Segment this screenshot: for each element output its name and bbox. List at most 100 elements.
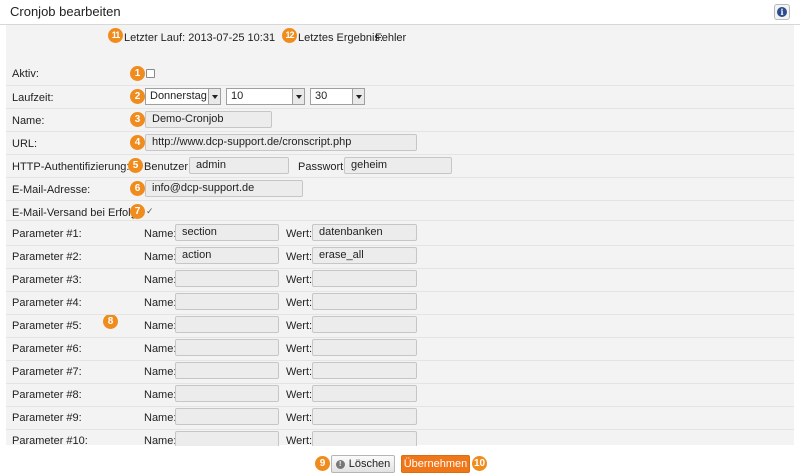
auth-user-label: Benutzer: <box>144 161 192 173</box>
parameter-name-input[interactable] <box>175 385 279 402</box>
runtime-minute-select[interactable]: 30 <box>310 88 365 105</box>
parameter-label: Parameter #2: <box>12 251 82 263</box>
badge-8: 8 <box>103 314 118 329</box>
parameter-label: Parameter #7: <box>12 366 82 378</box>
info-icon: i <box>777 7 787 17</box>
parameter-label: Parameter #9: <box>12 412 82 424</box>
parameter-value-label: Wert: <box>286 412 313 424</box>
chevron-down-icon <box>352 89 364 104</box>
parameter-name-input[interactable] <box>175 362 279 379</box>
runtime-hour-value: 10 <box>231 90 244 102</box>
parameter-name-label: Name: <box>144 389 177 401</box>
parameter-value-input[interactable] <box>312 293 417 310</box>
parameter-name-label: Name: <box>144 412 177 424</box>
row-divider <box>6 406 794 407</box>
parameter-value-label: Wert: <box>286 343 313 355</box>
parameter-name-input[interactable]: action <box>175 247 279 264</box>
url-input[interactable]: http://www.dcp-support.de/cronscript.php <box>145 134 417 151</box>
parameter-label: Parameter #6: <box>12 343 82 355</box>
last-result-label: Letztes Ergebnis: <box>298 32 383 44</box>
parameter-value-input[interactable] <box>312 408 417 425</box>
warning-icon: ! <box>335 459 345 469</box>
action-bar <box>0 446 800 476</box>
auth-password-input[interactable]: geheim <box>344 157 452 174</box>
name-input[interactable]: Demo-Cronjob <box>145 111 272 128</box>
parameter-name-input[interactable] <box>175 316 279 333</box>
row-divider <box>6 291 794 292</box>
delete-button-label: Löschen <box>348 458 391 470</box>
parameter-value-input[interactable]: datenbanken <box>312 224 417 241</box>
page-title: Cronjob bearbeiten <box>10 4 121 19</box>
email-on-success-label: E-Mail-Versand bei Erfolg: <box>12 207 140 219</box>
badge-7: 7 <box>130 204 145 219</box>
parameter-value-label: Wert: <box>286 228 313 240</box>
parameter-value-label: Wert: <box>286 297 313 309</box>
parameter-label: Parameter #3: <box>12 274 82 286</box>
row-divider <box>6 245 794 246</box>
http-auth-label: HTTP-Authentifizierung: <box>12 161 130 173</box>
parameter-name-label: Name: <box>144 274 177 286</box>
badge-4: 4 <box>130 135 145 150</box>
parameter-value-input[interactable] <box>312 270 417 287</box>
parameter-name-input[interactable] <box>175 293 279 310</box>
row-divider <box>6 429 794 430</box>
chevron-down-icon <box>208 89 220 104</box>
parameter-name-input[interactable] <box>175 270 279 287</box>
delete-button[interactable]: ! Löschen <box>331 455 395 473</box>
parameter-name-input[interactable] <box>175 339 279 356</box>
parameter-name-label: Name: <box>144 297 177 309</box>
chevron-down-icon <box>292 89 304 104</box>
url-label: URL: <box>12 138 38 150</box>
auth-user-input[interactable]: admin <box>189 157 289 174</box>
active-checkbox[interactable] <box>146 69 155 78</box>
email-on-success-checkbox[interactable]: ✓ <box>146 206 154 217</box>
auth-password-label: Passwort: <box>298 161 347 173</box>
last-run: Letzter Lauf: 2013-07-25 10:31 <box>124 32 276 44</box>
apply-button-label: Übernehmen <box>403 458 468 470</box>
active-label: Aktiv: <box>12 68 39 80</box>
parameter-name-label: Name: <box>144 251 177 263</box>
row-divider <box>6 268 794 269</box>
parameter-value-input[interactable] <box>312 362 417 379</box>
badge-1: 1 <box>130 66 145 81</box>
title-bar: Cronjob bearbeiten i <box>0 0 800 25</box>
name-label: Name: <box>12 115 45 127</box>
badge-2: 2 <box>130 89 145 104</box>
parameter-value-label: Wert: <box>286 389 313 401</box>
parameter-label: Parameter #1: <box>12 228 82 240</box>
row-divider <box>6 314 794 315</box>
parameter-name-input[interactable] <box>175 408 279 425</box>
runtime-day-select[interactable]: Donnerstag <box>145 88 221 105</box>
badge-11: 11 <box>108 28 123 43</box>
badge-12: 12 <box>282 28 297 43</box>
email-label: E-Mail-Adresse: <box>12 184 91 196</box>
last-result-value: Fehler <box>375 32 407 44</box>
runtime-minute-value: 30 <box>315 90 328 102</box>
badge-9: 9 <box>315 456 330 471</box>
row-divider <box>6 360 794 361</box>
parameter-value-input[interactable]: erase_all <box>312 247 417 264</box>
parameter-name-input[interactable]: section <box>175 224 279 241</box>
badge-5: 5 <box>128 158 143 173</box>
parameter-value-label: Wert: <box>286 320 313 332</box>
parameter-value-input[interactable] <box>312 316 417 333</box>
row-divider <box>6 337 794 338</box>
parameter-value-input[interactable] <box>312 339 417 356</box>
parameter-name-label: Name: <box>144 320 177 332</box>
badge-10: 10 <box>472 456 487 471</box>
row-divider <box>6 383 794 384</box>
apply-button[interactable]: Übernehmen <box>401 455 470 473</box>
parameter-value-label: Wert: <box>286 274 313 286</box>
runtime-hour-select[interactable]: 10 <box>226 88 305 105</box>
parameter-label: Parameter #4: <box>12 297 82 309</box>
email-input[interactable]: info@dcp-support.de <box>145 180 303 197</box>
parameter-label: Parameter #5: <box>12 320 82 332</box>
runtime-label: Laufzeit: <box>12 92 54 104</box>
badge-3: 3 <box>130 112 145 127</box>
parameter-value-input[interactable] <box>312 385 417 402</box>
runtime-day-value: Donnerstag <box>150 90 207 102</box>
parameter-value-label: Wert: <box>286 366 313 378</box>
parameter-name-label: Name: <box>144 228 177 240</box>
badge-6: 6 <box>130 181 145 196</box>
info-button[interactable]: i <box>774 4 790 20</box>
